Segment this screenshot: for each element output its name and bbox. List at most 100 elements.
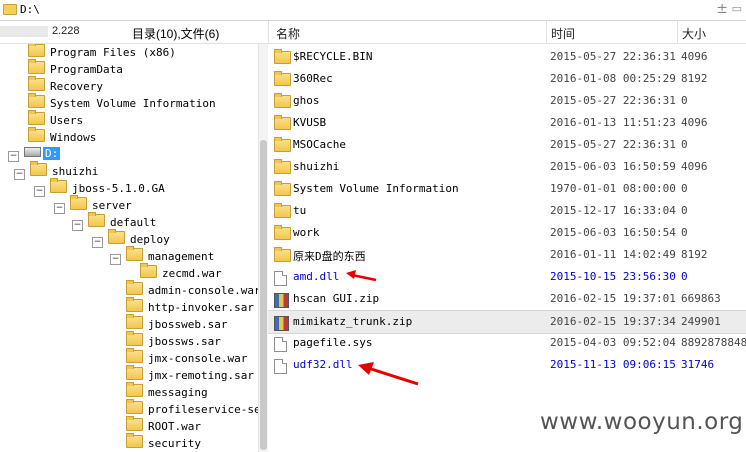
file-time: 2016-02-15 19:37:34 [550, 315, 676, 328]
tree-item[interactable]: Program Files (x86) [28, 44, 176, 60]
file-row[interactable]: hscan GUI.zip 2016-02-15 19:37:01 669863 [268, 288, 746, 310]
collapse-toggle-icon[interactable]: − [54, 203, 65, 214]
file-icon-wrap [274, 271, 287, 289]
tree-item-label: Users [50, 114, 84, 127]
column-separator[interactable] [677, 21, 678, 43]
tree-item[interactable]: − server [54, 195, 132, 214]
tree-item[interactable]: System Volume Information [28, 93, 216, 111]
tree-item[interactable]: − D: [8, 146, 61, 162]
folder-icon [126, 246, 143, 261]
tree-item-label: Program Files (x86) [50, 46, 176, 59]
file-icon-wrap [274, 181, 291, 198]
file-row[interactable]: amd.dll 2015-10-15 23:56:30 0 [268, 266, 746, 288]
tree-item[interactable]: jbossws.sar [126, 331, 221, 349]
file-row[interactable]: KVUSB 2016-01-13 11:51:23 4096 [268, 112, 746, 134]
header-bar: 2.228 目录(10),文件(6) 名称 时间 大小 [0, 21, 746, 44]
file-row[interactable]: pagefile.sys 2015-04-03 09:52:04 889287884… [268, 332, 746, 354]
tree-item[interactable]: zecmd.war [140, 263, 222, 281]
tree-item[interactable]: Recovery [28, 76, 103, 94]
tree-item[interactable]: Windows [28, 127, 96, 145]
dropdown-icon[interactable]: ▭ [732, 2, 742, 15]
file-row[interactable]: MSOCache 2015-05-27 22:36:31 0 [268, 134, 746, 156]
tree-item-label: jboss-5.1.0.GA [72, 182, 165, 195]
folder-icon [70, 195, 87, 210]
folder-icon [28, 59, 45, 74]
tree-item[interactable]: http-invoker.sar [126, 297, 254, 315]
tree-item[interactable]: − jboss-5.1.0.GA [34, 178, 165, 197]
file-size: 0 [681, 182, 688, 195]
file-row[interactable]: tu 2015-12-17 16:33:04 0 [268, 200, 746, 222]
file-size: 8892878848 [681, 336, 746, 349]
collapse-toggle-icon[interactable]: − [92, 237, 103, 248]
tree-item[interactable]: − deploy [92, 229, 170, 248]
file-time: 2015-05-27 22:36:31 [550, 50, 676, 63]
file-icon-wrap [274, 293, 289, 311]
tree-item-label: http-invoker.sar [148, 301, 254, 314]
file-name: System Volume Information [293, 182, 459, 195]
tree-item[interactable]: profileservice-secu [126, 399, 258, 417]
file-name: mimikatz_trunk.zip [293, 315, 413, 328]
tree-item[interactable]: messaging [126, 382, 208, 400]
collapse-toggle-icon[interactable]: − [34, 186, 45, 197]
file-row[interactable]: ghos 2015-05-27 22:36:31 0 [268, 90, 746, 112]
column-header-time[interactable]: 时间 [551, 25, 575, 42]
column-separator[interactable] [546, 21, 547, 43]
up-arrow-icon[interactable]: ± [716, 1, 728, 17]
file-icon-wrap [274, 159, 291, 176]
tree-item[interactable]: jbossweb.sar [126, 314, 227, 332]
file-icon-wrap [274, 337, 287, 355]
file-row[interactable]: work 2015-06-03 16:50:54 0 [268, 222, 746, 244]
folder-icon [274, 137, 291, 152]
column-header-name[interactable]: 名称 [276, 25, 300, 42]
file-name: $RECYCLE.BIN [293, 50, 373, 63]
folder-icon [126, 297, 143, 312]
collapse-toggle-icon[interactable]: − [110, 254, 121, 265]
file-row[interactable]: 360Rec 2016-01-08 00:25:29 8192 [268, 68, 746, 90]
file-row[interactable]: 原来D盘的东西 2016-01-11 14:02:49 8192 [268, 244, 746, 266]
tree-item-label: security [148, 437, 201, 450]
tree-item[interactable]: security [126, 433, 201, 451]
folder-icon [126, 314, 143, 329]
folder-icon [274, 115, 291, 130]
collapse-toggle-icon[interactable]: − [8, 151, 19, 162]
tree-item[interactable]: jmx-remoting.sar [126, 365, 254, 383]
path-input[interactable]: D:\ [20, 3, 40, 16]
file-time: 2016-01-13 11:51:23 [550, 116, 676, 129]
file-icon-wrap [274, 71, 291, 88]
file-icon [274, 359, 287, 374]
file-name: ghos [293, 94, 320, 107]
folder-icon [126, 331, 143, 346]
file-row[interactable]: mimikatz_trunk.zip 2016-02-15 19:37:34 249… [268, 310, 746, 334]
file-row[interactable]: $RECYCLE.BIN 2015-05-27 22:36:31 4096 [268, 46, 746, 68]
tree-item-label: System Volume Information [50, 97, 216, 110]
tree-item[interactable]: admin-console.war [126, 280, 258, 298]
folder-icon [274, 225, 291, 240]
tree-item[interactable]: − default [72, 212, 156, 231]
column-header-size[interactable]: 大小 [682, 25, 706, 42]
tree-item[interactable]: Users [28, 110, 84, 128]
scrollbar-thumb[interactable] [260, 140, 267, 450]
collapse-toggle-icon[interactable]: − [14, 169, 25, 180]
tree-item[interactable]: − management [110, 246, 214, 265]
tree-item-label: D: [43, 147, 61, 160]
file-row[interactable]: udf32.dll 2015-11-13 09:06:15 31746 [268, 354, 746, 376]
tree-scrollbar[interactable] [258, 44, 268, 452]
file-list: $RECYCLE.BIN 2015-05-27 22:36:31 4096 360Re… [268, 44, 746, 452]
tree-item[interactable]: − shuizhi [14, 161, 98, 180]
watermark: www.wooyun.org [540, 409, 744, 435]
tree-item[interactable]: ProgramData [28, 59, 123, 77]
tree-item-label: server [92, 199, 132, 212]
path-bar: D:\ ± ▭ [0, 0, 746, 21]
file-name: hscan GUI.zip [293, 292, 380, 305]
file-name: amd.dll [293, 270, 340, 283]
file-icon-wrap [274, 115, 291, 132]
file-name: pagefile.sys [293, 336, 373, 349]
file-row[interactable]: System Volume Information 1970-01-01 08:0… [268, 178, 746, 200]
file-icon-wrap [274, 247, 291, 264]
file-size: 4096 [681, 160, 708, 173]
tree-item[interactable]: jmx-console.war [126, 348, 247, 366]
file-row[interactable]: shuizhi 2015-06-03 16:50:59 4096 [268, 156, 746, 178]
tree-item-label: messaging [148, 386, 208, 399]
tree-item[interactable]: ROOT.war [126, 416, 201, 434]
collapse-toggle-icon[interactable]: − [72, 220, 83, 231]
